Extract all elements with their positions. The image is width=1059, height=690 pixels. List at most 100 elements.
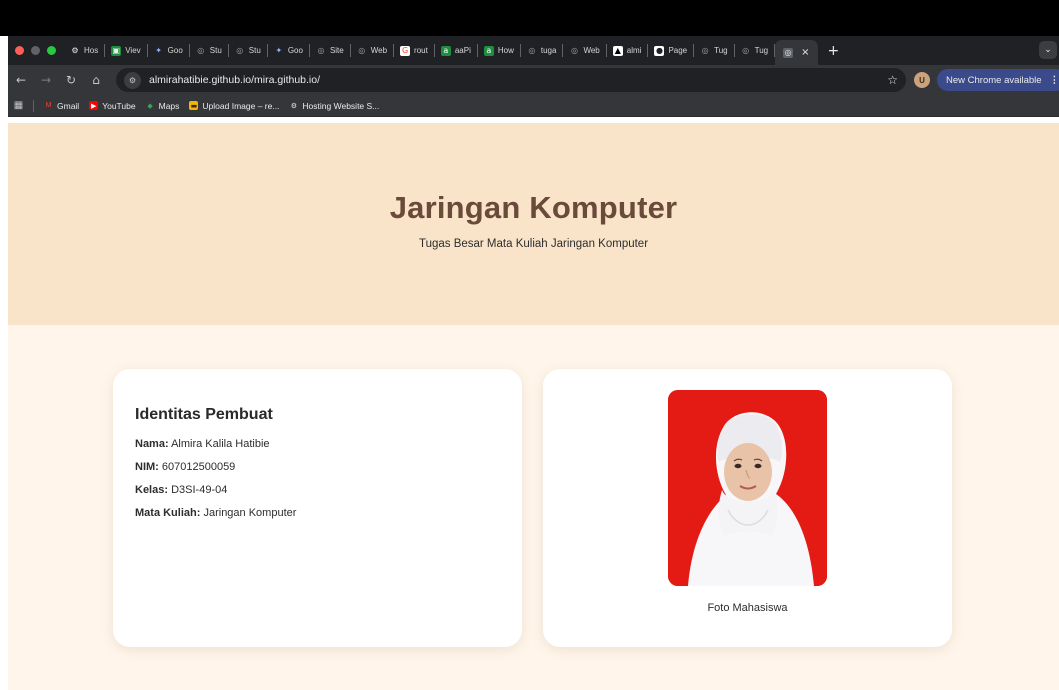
globe-icon: ◎ [740,45,751,56]
bookmarks-divider [33,99,34,112]
active-tab[interactable]: ◎ × [775,40,818,65]
identity-row: Mata Kuliah: Jaringan Komputer [135,507,522,519]
tab-label: How [497,46,514,55]
tab-3[interactable]: ✦ Goo [148,36,189,65]
aa-icon: a [483,45,494,56]
close-window-button[interactable] [15,46,24,55]
github-icon: ● [654,45,665,56]
globe-icon: ◎ [195,45,206,56]
vercel-icon: ▲ [612,45,623,56]
gemini-icon: ✦ [273,45,284,56]
tab-label: Site [329,46,344,55]
update-chrome-button[interactable]: New Chrome available ⋮ [937,69,1059,91]
tab-12[interactable]: ◎ tuga [521,36,563,65]
tab-2[interactable]: ▣ Viev [105,36,146,65]
profile-avatar[interactable]: U [914,72,930,88]
page-title: Jaringan Komputer [389,190,678,225]
address-bar[interactable]: ⚙ almirahatibie.github.io/mira.github.io… [116,68,906,92]
tab-8[interactable]: ◎ Web [351,36,393,65]
hosting-icon: ⚙ [290,101,298,110]
tab-17[interactable]: ◎ Tug [735,36,775,65]
window-controls [8,46,64,55]
tab-1[interactable]: ⚙ Hos [64,36,104,65]
globe-icon: ◎ [356,45,367,56]
tab-6[interactable]: ✦ Goo [268,36,309,65]
globe-icon: ◎ [569,45,580,56]
bookmark-maps[interactable]: ◆ Maps [146,100,180,111]
student-photo [668,390,827,586]
tab-5[interactable]: ◎ Stu [229,36,267,65]
back-icon[interactable]: ← [14,73,28,87]
identity-label: Kelas: [135,484,169,496]
url-text[interactable]: almirahatibie.github.io/mira.github.io/ [149,74,320,86]
identity-value: Jaringan Komputer [203,507,297,519]
forward-icon[interactable]: → [39,73,53,87]
identity-label: Mata Kuliah: [135,507,201,519]
identity-value: D3SI-49-04 [171,484,228,496]
reload-icon[interactable]: ↻ [64,73,78,87]
aa-icon: a [440,45,451,56]
tab-16[interactable]: ◎ Tug [694,36,734,65]
maps-icon: ◆ [147,101,153,110]
photo-card: Foto Mahasiswa [543,369,952,647]
globe-icon: ◎ [315,45,326,56]
bookmark-label: Upload Image – re... [202,100,280,111]
student-photo-image [668,390,827,586]
identity-row: Kelas: D3SI-49-04 [135,484,522,496]
tab-label: tuga [540,46,557,55]
bookmark-hosting[interactable]: ⚙ Hosting Website S... [289,100,380,111]
close-tab-icon[interactable]: × [801,47,809,58]
bookmark-star-icon[interactable]: ☆ [887,73,898,87]
tab-9[interactable]: Grout [394,36,434,65]
bookmark-label: Maps [158,100,180,111]
tab-label: Web [583,46,600,55]
identity-value: 607012500059 [161,461,236,473]
tab-label: Stu [209,46,222,55]
tab-label: rout [414,46,428,55]
sheet-icon: ▣ [111,45,122,56]
tab-label: Stu [248,46,261,55]
tab-7[interactable]: ◎ Site [310,36,350,65]
update-label: New Chrome available [946,74,1042,86]
tab-search-button[interactable]: ⌄ [1039,41,1057,59]
web-page: Jaringan Komputer Tugas Besar Mata Kulia… [8,123,1059,690]
tab-label: Goo [167,46,183,55]
globe-icon: ◎ [700,45,711,56]
tabs: ⚙ Hos ▣ Viev ✦ Goo ◎ Stu ◎ Stu ✦ Goo ◎ Site ◎ Web Grout a… [64,36,776,65]
google-icon: G [400,45,411,56]
tab-15[interactable]: ● Page [648,36,693,65]
identity-row: Nama: Almira Kalila Hatibie [135,438,522,450]
bookmark-gmail[interactable]: M Gmail [44,100,80,111]
bookmarks-bar: ▦ M Gmail ▶ YouTube ◆ Maps ▬ Upload Image – re.… [8,95,1059,117]
identity-label: NIM: [135,461,159,473]
bookmark-label: Gmail [57,100,80,111]
bookmark-youtube[interactable]: ▶ YouTube [89,101,136,111]
tab-10[interactable]: a aaPi [435,36,477,65]
gmail-icon: M [45,102,52,109]
identity-rows: Nama: Almira Kalila Hatibie NIM: 60701250… [135,438,522,519]
hero-header: Jaringan Komputer Tugas Besar Mata Kulia… [8,123,1059,325]
apps-icon[interactable]: ▦ [14,100,23,111]
hosting-icon: ⚙ [70,45,80,56]
minimize-window-button[interactable] [31,46,40,55]
bookmark-upload[interactable]: ▬ Upload Image – re... [189,101,279,111]
tab-label: Page [668,46,688,55]
upload-icon: ▬ [189,101,199,110]
page-subtitle: Tugas Besar Mata Kuliah Jaringan Kompute… [418,238,649,250]
tab-11[interactable]: a How [478,36,520,65]
globe-icon: ◎ [234,45,245,56]
tab-4[interactable]: ◎ Stu [190,36,228,65]
new-tab-button[interactable]: + [818,43,850,59]
maximize-window-button[interactable] [47,46,56,55]
site-info-icon[interactable]: ⚙ [124,71,141,89]
tab-label: Hos [84,46,99,55]
tab-label: aaPi [454,46,471,55]
globe-icon: ◎ [526,45,537,56]
tab-14[interactable]: ▲ almi [607,36,648,65]
tab-13[interactable]: ◎ Web [563,36,605,65]
tab-strip: ⚙ Hos ▣ Viev ✦ Goo ◎ Stu ◎ Stu ✦ Goo ◎ Site ◎ Web Grout a… [8,36,1059,65]
identity-value: Almira Kalila Hatibie [171,438,270,450]
bookmark-label: Hosting Website S... [302,100,380,111]
home-icon[interactable]: ⌂ [89,73,103,87]
tab-label: Tug [754,46,769,55]
